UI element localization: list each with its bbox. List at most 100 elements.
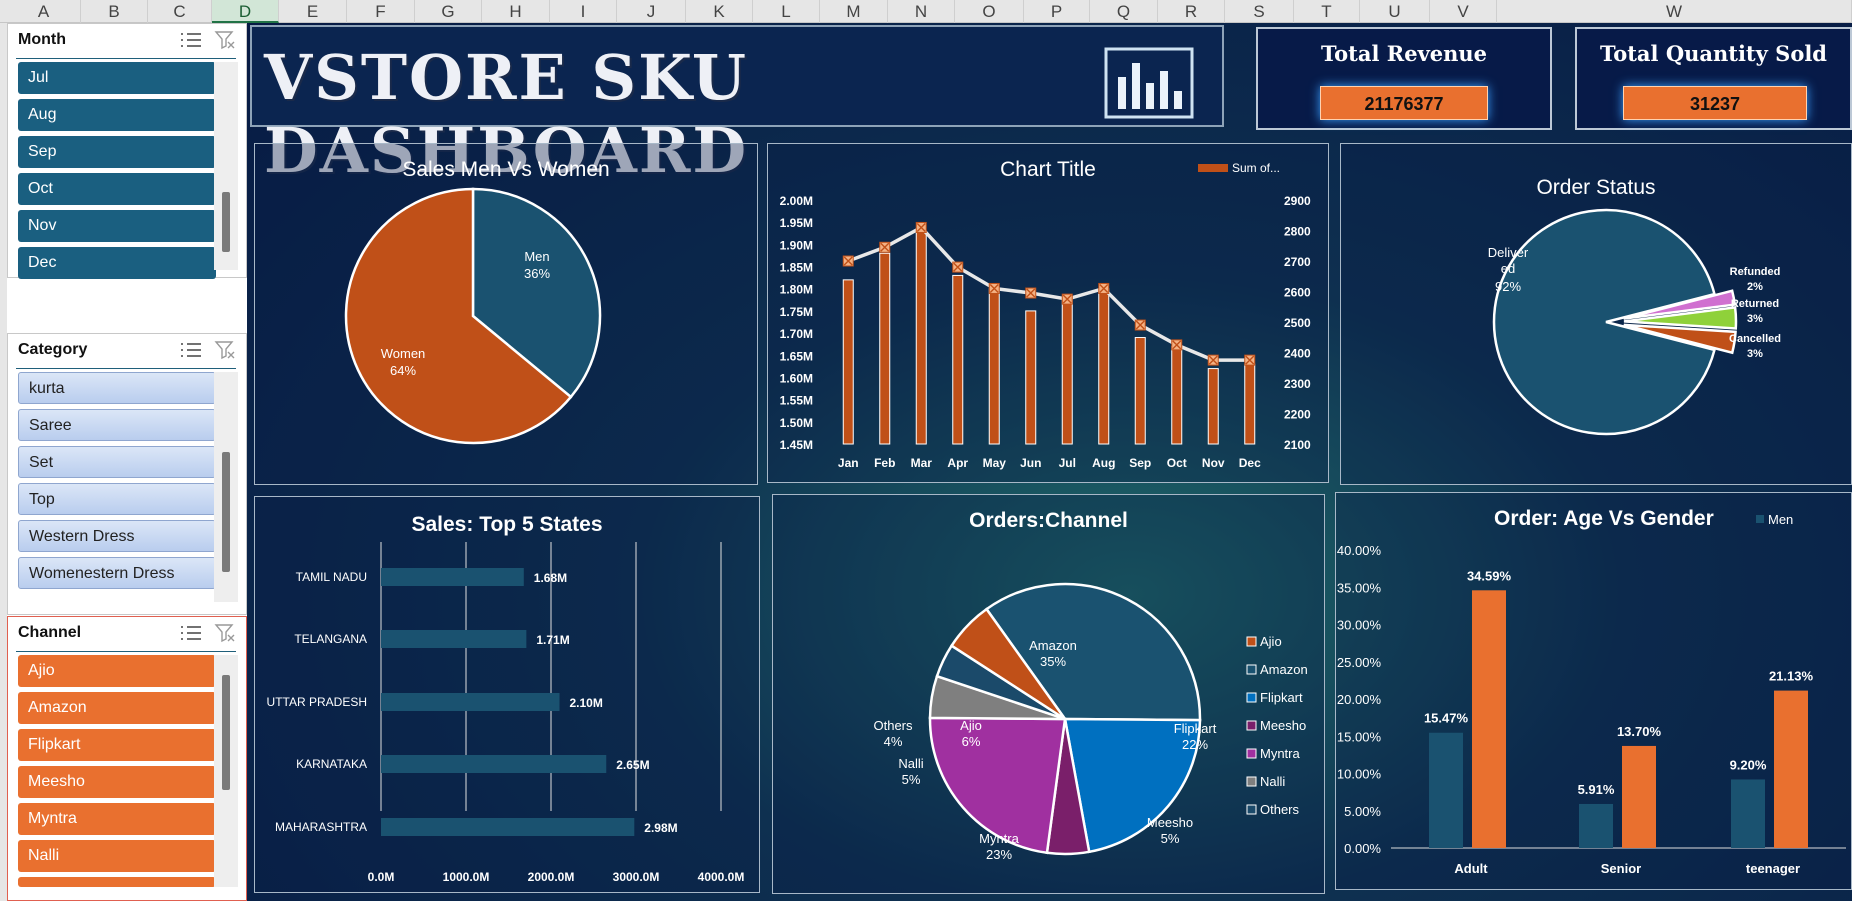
y-tick-left: 1.75M <box>780 305 813 319</box>
line-series[interactable] <box>847 225 1250 362</box>
slicer-item-amazon[interactable]: Amazon <box>18 692 216 724</box>
slicer-item-sep[interactable]: Sep <box>18 136 216 168</box>
column-header-f[interactable]: F <box>347 0 415 23</box>
slicer-item-nalli[interactable]: Nalli <box>18 840 216 872</box>
column-header-u[interactable]: U <box>1360 0 1430 23</box>
legend-label: Amazon <box>1260 662 1308 677</box>
column-header-m[interactable]: M <box>820 0 888 23</box>
bar-Senior-1[interactable] <box>1622 745 1656 848</box>
column-header-k[interactable]: K <box>686 0 753 23</box>
bar-teenager-1[interactable] <box>1774 690 1808 848</box>
data-label-women: Women <box>381 346 426 361</box>
y-tick-right: 2500 <box>1284 316 1311 330</box>
bar-teenager-0[interactable] <box>1731 779 1765 848</box>
column-header-b[interactable]: B <box>81 0 148 23</box>
bar-apr[interactable] <box>952 274 964 445</box>
slicer-item-oct[interactable]: Oct <box>18 173 216 205</box>
bar-telangana[interactable] <box>381 630 527 648</box>
bar-karnataka[interactable] <box>381 755 607 773</box>
column-header-t[interactable]: T <box>1294 0 1360 23</box>
column-header-p[interactable]: P <box>1024 0 1090 23</box>
slicer-item-aug[interactable]: Aug <box>18 99 216 131</box>
column-header-a[interactable]: A <box>7 0 81 23</box>
y-tick-left: 1.50M <box>780 416 813 430</box>
bar-oct[interactable] <box>1171 345 1183 445</box>
data-label-value: 6% <box>962 734 981 749</box>
slicer-item-kurta[interactable]: kurta <box>18 372 216 404</box>
channel-scrollbar[interactable] <box>214 655 238 887</box>
column-header-g[interactable]: G <box>415 0 482 23</box>
bar-sep[interactable] <box>1134 337 1146 445</box>
slicer-item-western-dress[interactable]: Western Dress <box>18 520 216 552</box>
slicer-item-meesho[interactable]: Meesho <box>18 766 216 798</box>
bar-Adult-0[interactable] <box>1429 732 1463 848</box>
bar-tamil-nadu[interactable] <box>381 568 524 586</box>
channel-pie-chart: Ajio6%Amazon35%Flipkart22%Meesho5%Myntra… <box>873 582 1308 862</box>
bar-dec[interactable] <box>1244 363 1256 445</box>
bar-mar[interactable] <box>915 230 927 445</box>
gender-pie-chart: Men 36% Women 64% <box>344 187 602 445</box>
slicer-item-set[interactable]: Set <box>18 446 216 478</box>
column-header-c[interactable]: C <box>148 0 212 23</box>
data-label-men: Men <box>524 249 549 264</box>
multi-select-icon[interactable] <box>180 624 202 642</box>
bar-feb[interactable] <box>879 252 891 445</box>
data-label-cancelled: Cancelled <box>1729 333 1781 345</box>
clear-filter-icon[interactable] <box>214 30 236 50</box>
slicer-item-overflow[interactable] <box>18 877 216 887</box>
column-header-w[interactable]: W <box>1497 0 1852 23</box>
bar-Adult-1[interactable] <box>1472 590 1506 848</box>
clear-filter-icon[interactable] <box>214 340 236 360</box>
bar-maharashtra[interactable] <box>381 818 635 836</box>
bar-Senior-0[interactable] <box>1579 803 1613 848</box>
column-header-h[interactable]: H <box>482 0 550 23</box>
dashboard-title-box: VSTORE SKU DASHBOARD <box>250 25 1224 187</box>
column-header-i[interactable]: I <box>550 0 617 23</box>
column-header-j[interactable]: J <box>617 0 686 23</box>
slicer-item-womenestern-dress[interactable]: Womenestern Dress <box>18 557 216 589</box>
column-header-l[interactable]: L <box>753 0 820 23</box>
multi-select-icon[interactable] <box>180 31 202 49</box>
data-label: 9.20% <box>1730 757 1767 772</box>
column-header-e[interactable]: E <box>279 0 347 23</box>
bar-jul[interactable] <box>1061 297 1073 445</box>
slicer-item-ajio[interactable]: Ajio <box>18 655 216 687</box>
column-header-d[interactable]: D <box>212 0 279 23</box>
y-tick: 0.00% <box>1344 841 1381 856</box>
bar-jan[interactable] <box>842 279 854 445</box>
data-label-myntra: Myntra <box>979 831 1020 846</box>
slicer-item-jul[interactable]: Jul <box>18 62 216 94</box>
panel-age-gender: Order: Age Vs Gender 40.00% 35.00% 30.00% 2… <box>1335 492 1852 890</box>
x-tick: Oct <box>1167 456 1187 470</box>
slicer-item-nov[interactable]: Nov <box>18 210 216 242</box>
bar-aug[interactable] <box>1098 288 1110 445</box>
order-status-pie-chart: Delivered 92% Refunded 2% Returned 3% Cancelle… <box>1488 208 1781 436</box>
month-scrollbar[interactable] <box>214 62 238 270</box>
column-header-r[interactable]: R <box>1158 0 1225 23</box>
x-tick: Apr <box>947 456 968 470</box>
slicer-item-dec[interactable]: Dec <box>18 247 216 279</box>
y-tick-left: 1.90M <box>780 238 813 252</box>
bar-chart-icon <box>1104 47 1194 119</box>
column-header-v[interactable]: V <box>1430 0 1497 23</box>
column-header-q[interactable]: Q <box>1090 0 1158 23</box>
bar-jun[interactable] <box>1025 310 1037 445</box>
multi-select-icon[interactable] <box>180 341 202 359</box>
column-header-o[interactable]: O <box>955 0 1024 23</box>
slicer-item-saree[interactable]: Saree <box>18 409 216 441</box>
slicer-item-myntra[interactable]: Myntra <box>18 803 216 835</box>
row-gutter <box>0 23 7 901</box>
category-scrollbar[interactable] <box>214 372 238 602</box>
column-header-n[interactable]: N <box>888 0 955 23</box>
bar-may[interactable] <box>988 288 1000 445</box>
column-header-s[interactable]: S <box>1225 0 1294 23</box>
bar-nov[interactable] <box>1207 368 1219 445</box>
y-tick: 30.00% <box>1337 618 1382 633</box>
bar-uttar-pradesh[interactable] <box>381 693 560 711</box>
x-tick: May <box>983 456 1007 470</box>
slicer-item-top[interactable]: Top <box>18 483 216 515</box>
slicer-item-flipkart[interactable]: Flipkart <box>18 729 216 761</box>
y-tick: UTTAR PRADESH <box>267 695 367 709</box>
clear-filter-icon[interactable] <box>214 623 236 643</box>
y-tick-left: 1.55M <box>780 394 813 408</box>
